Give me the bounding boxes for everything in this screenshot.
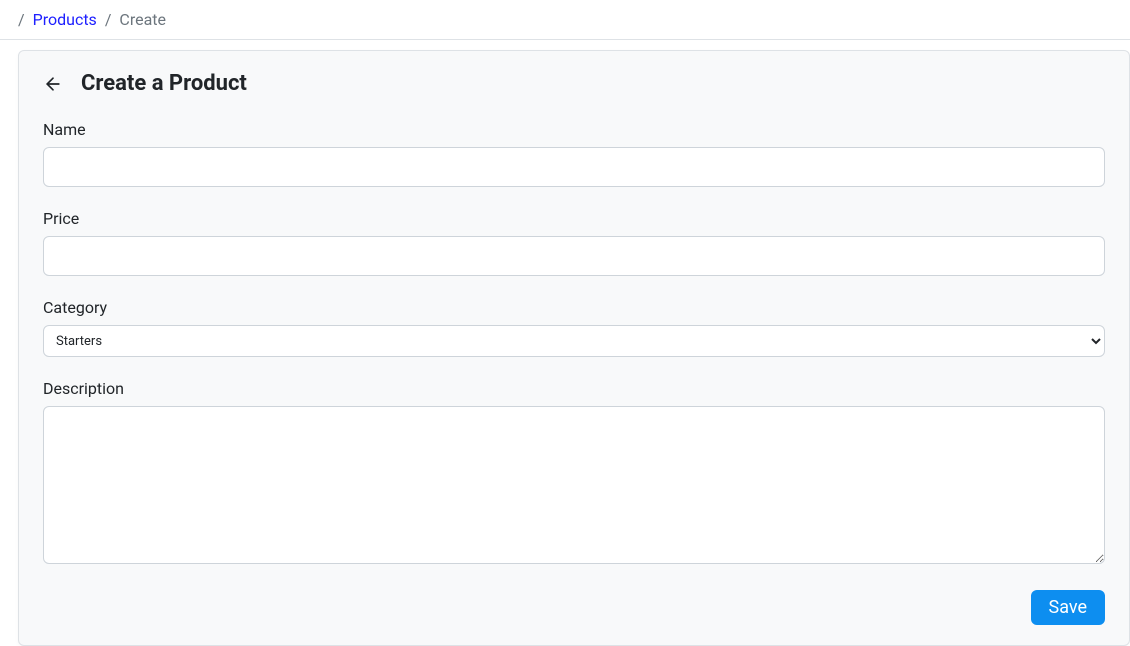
breadcrumb-current: Create	[119, 10, 166, 29]
breadcrumb-separator: /	[18, 10, 25, 29]
description-label: Description	[43, 379, 1105, 398]
name-label: Name	[43, 120, 1105, 139]
form-group-description: Description	[43, 379, 1105, 568]
page-title: Create a Product	[81, 71, 247, 96]
name-input[interactable]	[43, 147, 1105, 187]
price-input[interactable]	[43, 236, 1105, 276]
form-group-category: Category Starters	[43, 298, 1105, 357]
breadcrumb: / Products / Create	[0, 0, 1130, 40]
category-select[interactable]: Starters	[43, 325, 1105, 357]
breadcrumb-separator: /	[105, 10, 112, 29]
form-group-price: Price	[43, 209, 1105, 276]
actions-row: Save	[43, 590, 1105, 625]
card-header: Create a Product	[43, 71, 1105, 96]
form-group-name: Name	[43, 120, 1105, 187]
category-label: Category	[43, 298, 1105, 317]
create-product-card: Create a Product Name Price Category Sta…	[18, 50, 1130, 646]
breadcrumb-link-products[interactable]: Products	[33, 10, 97, 29]
price-label: Price	[43, 209, 1105, 228]
save-button[interactable]: Save	[1031, 590, 1106, 625]
description-textarea[interactable]	[43, 406, 1105, 564]
arrow-left-icon[interactable]	[43, 74, 63, 94]
